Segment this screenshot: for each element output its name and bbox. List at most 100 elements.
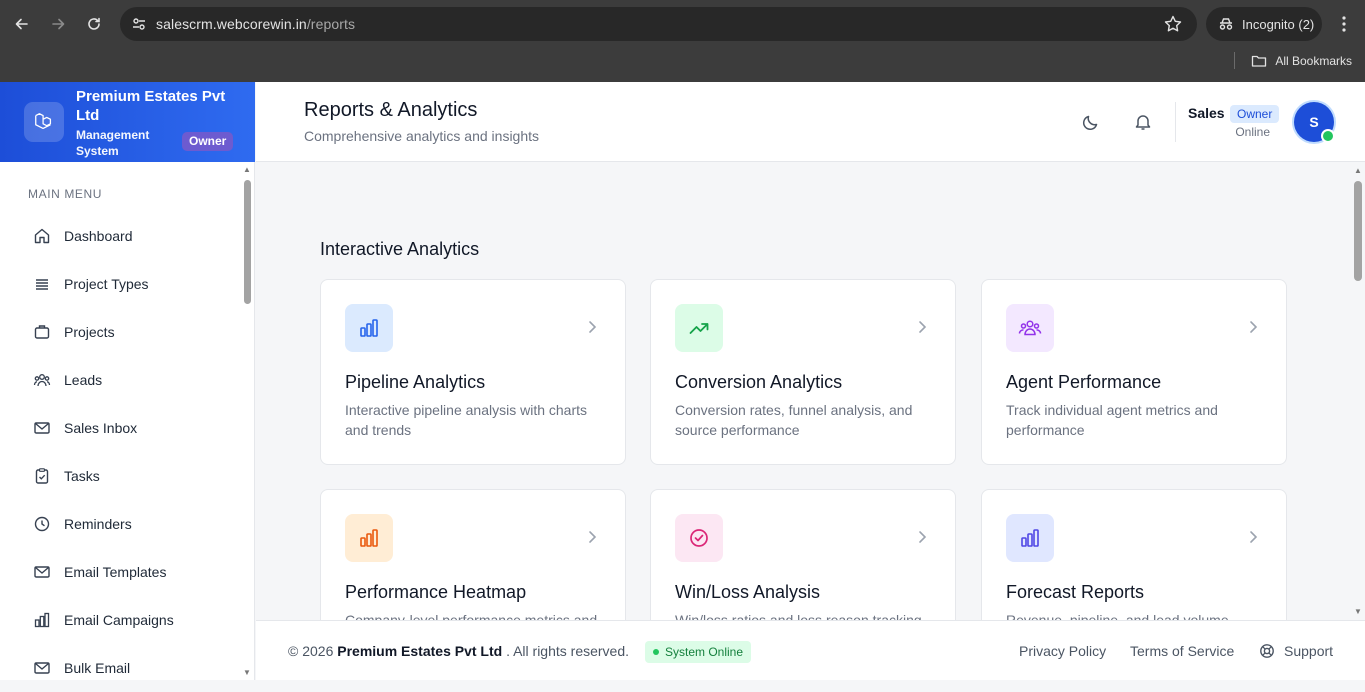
clipboard-check-icon [32, 466, 52, 486]
sidebar-item-tasks[interactable]: Tasks [0, 452, 240, 500]
report-card-pipeline-analytics[interactable]: Pipeline Analytics Interactive pipeline … [320, 279, 626, 465]
company-name: Premium Estates Pvt Ltd [76, 88, 226, 124]
bar-chart-icon [1006, 514, 1054, 562]
report-card-win-loss-analysis[interactable]: Win/Loss Analysis Win/loss ratios and lo… [650, 489, 956, 620]
clock-icon [32, 514, 52, 534]
chevron-right-icon [583, 318, 601, 336]
header-divider [1175, 102, 1176, 142]
brand-header[interactable]: Premium Estates Pvt Ltd Management Syste… [0, 82, 255, 162]
copyright-year: © 2026 [288, 643, 334, 659]
support-link[interactable]: Support [1259, 643, 1333, 659]
report-card-conversion-analytics[interactable]: Conversion Analytics Conversion rates, f… [650, 279, 956, 465]
company-subtitle: Management System [76, 128, 150, 158]
copyright-text: © 2026 Premium Estates Pvt Ltd . All rig… [288, 643, 629, 659]
page-subtitle: Comprehensive analytics and insights [304, 128, 540, 144]
briefcase-icon [32, 322, 52, 342]
sidebar-item-label: Bulk Email [64, 660, 131, 676]
sidebar-item-bulk-email[interactable]: Bulk Email [0, 644, 240, 692]
incognito-icon [1219, 18, 1233, 30]
sidebar-item-label: Email Campaigns [64, 612, 174, 628]
folder-icon [1252, 55, 1267, 67]
incognito-label: Incognito (2) [1242, 16, 1315, 32]
sidebar-item-email-templates[interactable]: Email Templates [0, 548, 240, 596]
report-card-performance-heatmap[interactable]: Performance Heatmap Company-level perfor… [320, 489, 626, 620]
footer-company: Premium Estates Pvt Ltd [337, 643, 503, 659]
bookmarks-divider [1234, 52, 1235, 69]
chevron-right-icon [913, 528, 931, 546]
bar-chart-icon [32, 610, 52, 630]
chevron-right-icon [913, 318, 931, 336]
url-text: salescrm.webcorewin.in/reports [156, 16, 356, 32]
bar-chart-icon [345, 514, 393, 562]
back-arrow-icon[interactable] [10, 12, 34, 36]
page-footer: © 2026 Premium Estates Pvt Ltd . All rig… [256, 620, 1365, 680]
sidebar-item-label: Email Templates [64, 564, 167, 580]
card-description: Company-level performance metrics and [345, 612, 598, 620]
list-icon [32, 274, 52, 294]
home-icon [32, 226, 52, 246]
card-description: Track individual agent metrics and perfo… [1006, 402, 1218, 438]
card-description: Win/loss ratios and loss reason tracking [675, 612, 922, 620]
main-scrollbar-thumb[interactable] [1354, 181, 1362, 281]
chevron-right-icon [583, 528, 601, 546]
sidebar: Premium Estates Pvt Ltd Management Syste… [0, 82, 255, 680]
incognito-indicator[interactable]: Incognito (2) [1206, 7, 1322, 41]
all-bookmarks-label: All Bookmarks [1275, 54, 1352, 68]
system-status-badge: System Online [645, 641, 752, 663]
card-title: Performance Heatmap [345, 582, 527, 602]
sidebar-item-project-types[interactable]: Project Types [0, 260, 240, 308]
page-header: Reports & Analytics Comprehensive analyt… [256, 82, 1365, 162]
main-scroll-down-icon[interactable]: ▼ [1353, 608, 1363, 616]
sidebar-item-projects[interactable]: Projects [0, 308, 240, 356]
terms-of-service-link[interactable]: Terms of Service [1130, 643, 1234, 659]
sidebar-item-sales-inbox[interactable]: Sales Inbox [0, 404, 240, 452]
site-settings-icon[interactable] [130, 15, 148, 33]
user-status: Online [1235, 125, 1270, 139]
card-description: Conversion rates, funnel analysis, and s… [675, 402, 913, 438]
sidebar-item-reminders[interactable]: Reminders [0, 500, 240, 548]
online-status-dot [1321, 129, 1335, 143]
bookmark-star-icon[interactable] [1163, 14, 1183, 34]
sidebar-scrollbar-thumb[interactable] [244, 180, 251, 304]
sidebar-item-label: Project Types [64, 276, 149, 292]
report-card-forecast-reports[interactable]: Forecast Reports Revenue, pipeline, and … [981, 489, 1287, 620]
browser-chrome: salescrm.webcorewin.in/reports Incognito… [0, 0, 1365, 82]
sidebar-item-label: Sales Inbox [64, 420, 138, 436]
report-card-agent-performance[interactable]: Agent Performance Track individual agent… [981, 279, 1287, 465]
main-menu-heading: MAIN MENU [28, 187, 103, 201]
sidebar-item-label: Leads [64, 372, 103, 388]
browser-menu-icon[interactable] [1334, 12, 1354, 36]
card-title: Agent Performance [1006, 372, 1162, 392]
notification-bell-icon[interactable] [1131, 110, 1155, 134]
page-title: Reports & Analytics [304, 99, 478, 121]
address-bar[interactable]: salescrm.webcorewin.in/reports [120, 7, 1197, 41]
reload-icon[interactable] [82, 12, 106, 36]
user-name[interactable]: Sales [1188, 105, 1225, 121]
sidebar-item-label: Projects [64, 324, 115, 340]
support-label: Support [1284, 643, 1334, 659]
dark-mode-moon-icon[interactable] [1079, 110, 1103, 134]
support-lifebuoy-icon [1260, 644, 1274, 658]
copyright-suffix: . All rights reserved. [506, 643, 630, 659]
privacy-policy-link[interactable]: Privacy Policy [1019, 643, 1106, 659]
system-status-label: System Online [665, 645, 744, 659]
card-title: Conversion Analytics [675, 372, 843, 392]
sidebar-scroll-up-icon[interactable]: ▲ [242, 166, 252, 174]
forward-arrow-icon[interactable] [46, 12, 70, 36]
role-badge: Owner [182, 132, 234, 151]
all-bookmarks-button[interactable]: All Bookmarks [1251, 51, 1352, 71]
chevron-right-icon [1244, 528, 1262, 546]
sidebar-item-label: Tasks [64, 468, 100, 484]
sidebar-scroll-down-icon[interactable]: ▼ [242, 669, 252, 677]
bar-chart-icon [345, 304, 393, 352]
trending-up-icon [675, 304, 723, 352]
mail-icon [32, 562, 52, 582]
sidebar-item-dashboard[interactable]: Dashboard [0, 212, 240, 260]
sidebar-item-email-campaigns[interactable]: Email Campaigns [0, 596, 240, 644]
sidebar-item-leads[interactable]: Leads [0, 356, 240, 404]
main-scroll-up-icon[interactable]: ▲ [1353, 167, 1363, 175]
users-icon [32, 370, 52, 390]
main-content: Interactive Analytics Pipeline Analytics… [256, 163, 1351, 620]
users-icon [1006, 304, 1054, 352]
user-role-badge: Owner [1230, 105, 1280, 123]
